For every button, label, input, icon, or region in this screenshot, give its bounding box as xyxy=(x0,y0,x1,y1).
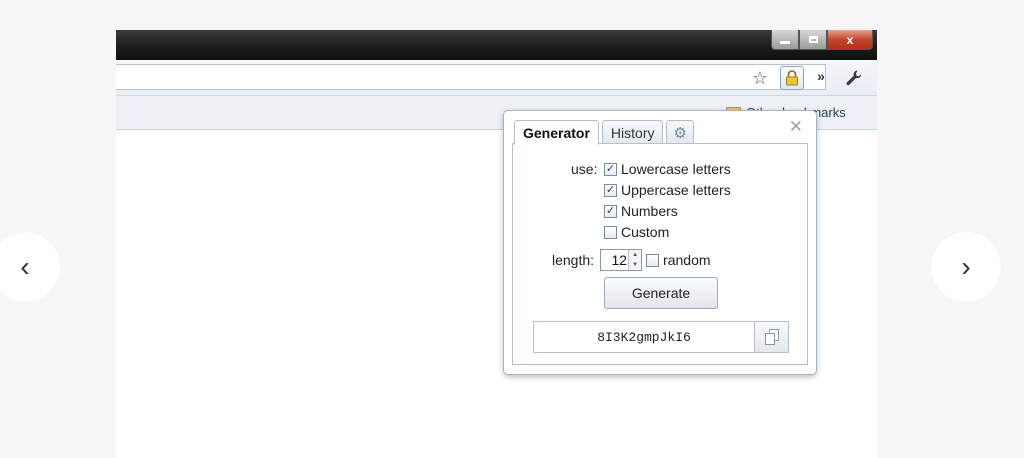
password-generator-popup: ✕ Generator History ⚙ use: ✓ Lowercase l… xyxy=(503,110,817,375)
maximize-icon xyxy=(808,36,818,43)
chevron-left-icon: ‹ xyxy=(20,251,30,282)
uppercase-label: Uppercase letters xyxy=(621,182,731,198)
popup-tabs: Generator History ⚙ xyxy=(514,120,694,145)
length-label: length: xyxy=(552,252,595,268)
minimize-button[interactable] xyxy=(771,30,799,50)
copy-icon xyxy=(764,329,779,345)
numbers-checkbox[interactable]: ✓ xyxy=(604,204,617,218)
lowercase-checkbox[interactable]: ✓ xyxy=(604,162,617,176)
generator-panel: use: ✓ Lowercase letters ✓ Uppercase let… xyxy=(512,143,808,365)
random-label: random xyxy=(663,252,711,268)
use-label-row: use: xyxy=(571,161,597,177)
custom-checkbox[interactable] xyxy=(604,225,617,239)
random-checkbox[interactable] xyxy=(646,253,660,267)
overflow-chevron-icon[interactable]: » xyxy=(814,64,828,88)
close-icon: x xyxy=(846,32,854,47)
uppercase-checkbox[interactable]: ✓ xyxy=(604,183,617,197)
length-spinner[interactable]: ▲ ▼ xyxy=(628,250,642,270)
bookmark-star-icon[interactable]: ☆ xyxy=(748,66,772,90)
lowercase-label: Lowercase letters xyxy=(621,161,731,177)
generate-button[interactable]: Generate xyxy=(604,277,718,309)
popup-close-icon[interactable]: ✕ xyxy=(789,117,803,137)
lock-icon xyxy=(786,70,798,86)
browser-toolbar: ☆ » xyxy=(116,60,877,96)
use-label: use: xyxy=(571,161,598,177)
copy-button[interactable] xyxy=(755,321,789,353)
window-titlebar: x xyxy=(116,30,877,60)
carousel-next-button[interactable]: › xyxy=(931,232,1001,302)
length-row: length: 12 ▲ ▼ random xyxy=(552,249,711,271)
tab-history[interactable]: History xyxy=(601,120,664,144)
carousel-prev-button[interactable]: ‹ xyxy=(0,232,60,302)
length-stepper[interactable]: 12 ▲ ▼ xyxy=(600,249,643,271)
spin-down-icon[interactable]: ▼ xyxy=(632,262,638,268)
password-extension-lock-icon[interactable] xyxy=(780,66,804,90)
generated-password-field[interactable]: 8I3K2gmpJkI6 xyxy=(533,321,755,353)
minimize-icon xyxy=(780,41,790,44)
chevron-right-icon: › xyxy=(961,251,971,282)
address-bar[interactable] xyxy=(116,64,826,90)
wrench-icon xyxy=(846,70,862,86)
option-uppercase[interactable]: ✓ Uppercase letters xyxy=(604,182,731,198)
close-window-button[interactable]: x xyxy=(827,30,873,50)
numbers-label: Numbers xyxy=(621,203,678,219)
window-controls: x xyxy=(771,30,873,52)
wrench-menu-icon[interactable] xyxy=(842,66,866,90)
option-lowercase[interactable]: ✓ Lowercase letters xyxy=(604,161,731,177)
spin-up-icon[interactable]: ▲ xyxy=(632,252,638,258)
maximize-button[interactable] xyxy=(799,30,827,50)
option-custom[interactable]: Custom xyxy=(604,224,669,240)
option-numbers[interactable]: ✓ Numbers xyxy=(604,203,678,219)
tab-settings[interactable]: ⚙ xyxy=(666,120,694,144)
tab-generator[interactable]: Generator xyxy=(514,120,599,145)
length-value: 12 xyxy=(611,252,628,268)
gear-icon: ⚙ xyxy=(673,124,687,142)
custom-label: Custom xyxy=(621,224,670,240)
